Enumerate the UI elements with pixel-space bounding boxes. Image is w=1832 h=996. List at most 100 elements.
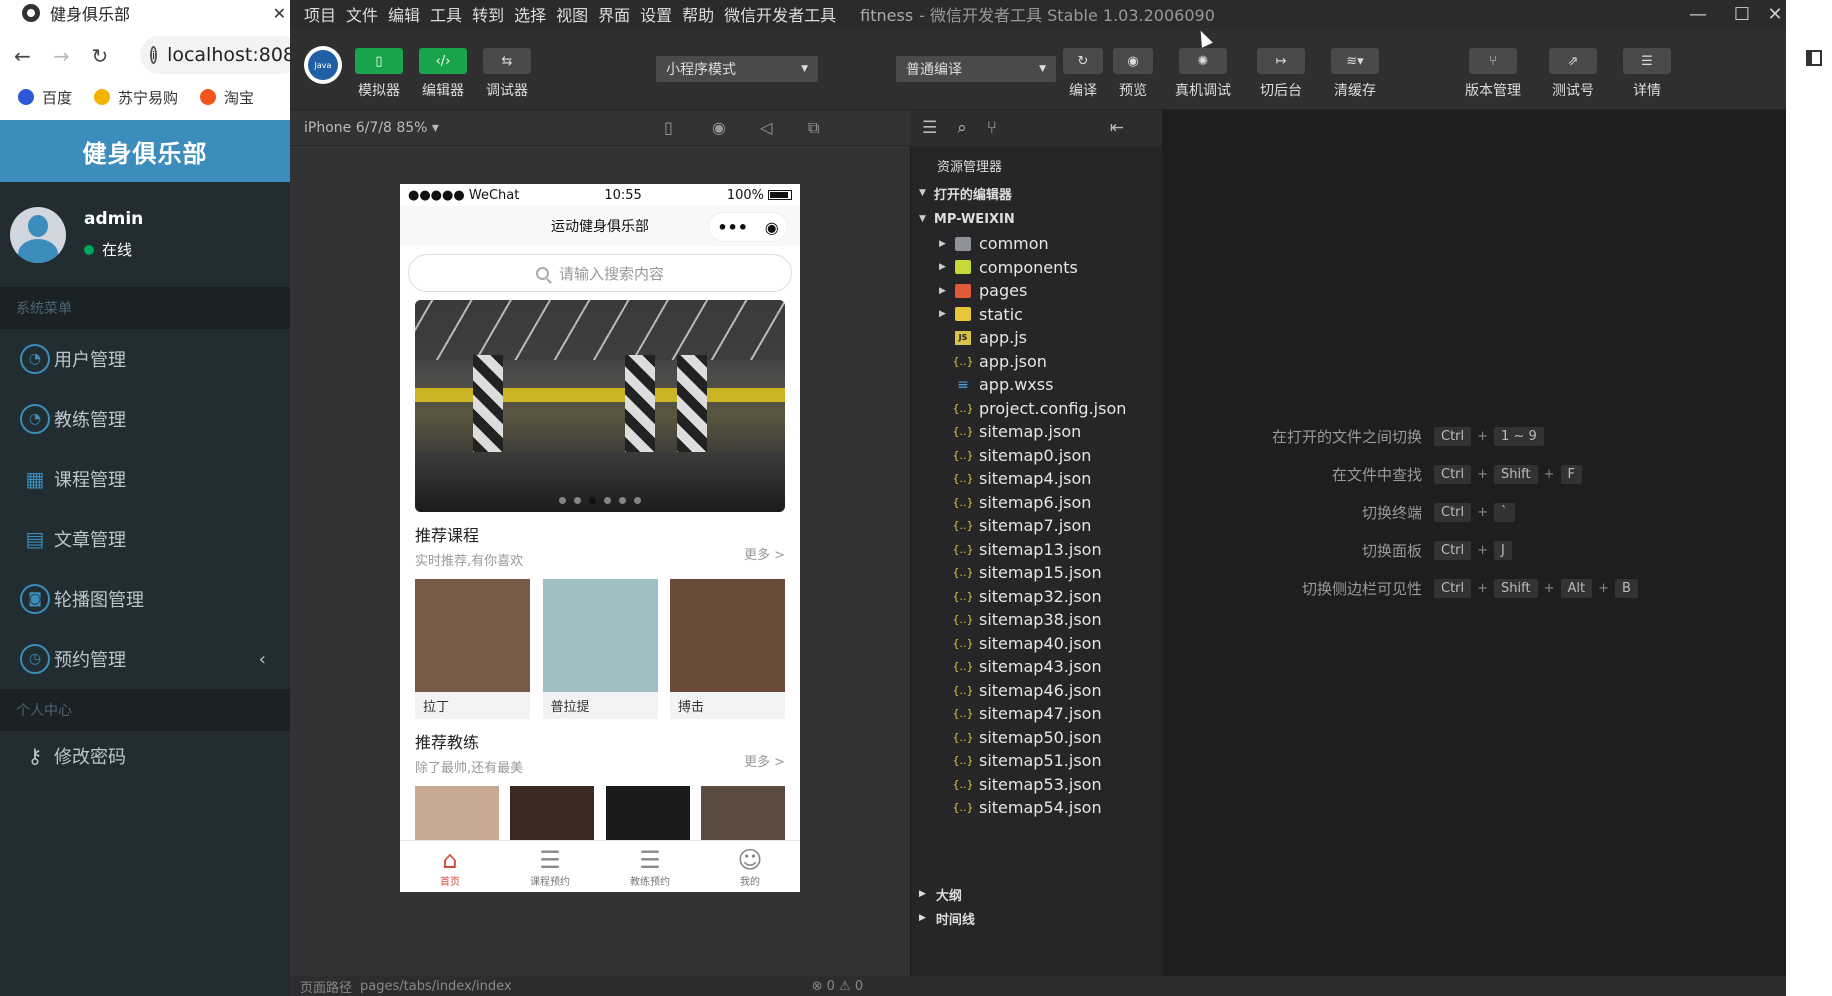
tab-course-booking[interactable]: ☰ 课程预约 bbox=[500, 841, 600, 892]
banner-carousel[interactable] bbox=[415, 300, 785, 512]
more-courses-link[interactable]: 更多 > bbox=[744, 544, 785, 563]
menu-interface[interactable]: 界面 bbox=[598, 2, 630, 26]
folder-common[interactable]: ▶ common bbox=[911, 232, 1162, 256]
sidebar-item-carousel[interactable]: ◙ 轮播图管理 bbox=[0, 569, 290, 629]
bookmark-baidu[interactable]: 百度 bbox=[18, 87, 72, 108]
more-coaches-link[interactable]: 更多 > bbox=[744, 751, 785, 770]
volume-icon[interactable]: ◁ bbox=[760, 118, 772, 137]
file-item[interactable]: {..} sitemap32.json bbox=[911, 585, 1162, 609]
clear-cache-button[interactable]: ≋▾ 清缓存 bbox=[1320, 48, 1390, 100]
carousel-dot[interactable] bbox=[604, 497, 611, 504]
tab-mine[interactable]: ☺ 我的 bbox=[700, 841, 800, 892]
editor-button[interactable]: ‹/› 编辑器 bbox=[408, 48, 478, 100]
menu-tools[interactable]: 工具 bbox=[430, 2, 462, 26]
close-window-icon[interactable]: ✕ bbox=[1764, 0, 1786, 28]
outline-section[interactable]: ▶ 大纲 bbox=[911, 882, 1162, 906]
tab-home[interactable]: ⌂ 首页 bbox=[400, 841, 500, 892]
file-item[interactable]: {..} sitemap43.json bbox=[911, 655, 1162, 679]
simulator-button[interactable]: ▯ 模拟器 bbox=[344, 48, 414, 100]
course-card[interactable]: 普拉提 bbox=[542, 579, 658, 719]
explorer-list-icon[interactable]: ☰ bbox=[922, 118, 937, 138]
mode-select[interactable]: 小程序模式 ▼ bbox=[656, 56, 818, 82]
tab-coach-booking[interactable]: ☰ 教练预约 bbox=[600, 841, 700, 892]
file-item[interactable]: {..} sitemap51.json bbox=[911, 749, 1162, 773]
new-window-icon[interactable]: ⧉ bbox=[808, 118, 819, 138]
file-item[interactable]: {..} sitemap46.json bbox=[911, 679, 1162, 703]
forward-icon[interactable]: → bbox=[53, 44, 70, 68]
device-select[interactable]: iPhone 6/7/8 85% ▾ bbox=[304, 120, 439, 136]
minimize-icon[interactable]: — bbox=[1676, 0, 1720, 28]
file-item[interactable]: {..} sitemap15.json bbox=[911, 561, 1162, 585]
debugger-button[interactable]: ⇆ 调试器 bbox=[472, 48, 542, 100]
details-button[interactable]: ☰ 详情 bbox=[1612, 48, 1682, 100]
record-icon[interactable]: ◉ bbox=[712, 118, 726, 137]
sidebar-toggle-icon[interactable] bbox=[1806, 50, 1822, 66]
file-item[interactable]: {..} sitemap50.json bbox=[911, 726, 1162, 750]
file-item[interactable]: {..} sitemap.json bbox=[911, 420, 1162, 444]
folder-static[interactable]: ▶ static bbox=[911, 303, 1162, 327]
menu-wechat-devtools[interactable]: 微信开发者工具 bbox=[724, 2, 836, 26]
close-tab-icon[interactable]: ✕ bbox=[273, 4, 286, 23]
search-icon[interactable]: ⌕ bbox=[957, 118, 967, 138]
collapse-panel-icon[interactable]: ⇤ bbox=[1110, 118, 1124, 138]
address-bar[interactable]: i localhost:8080 bbox=[140, 36, 300, 74]
sidebar-item-appointments[interactable]: ◷ 预约管理 ‹ bbox=[0, 629, 290, 689]
file-item[interactable]: {..} sitemap13.json bbox=[911, 538, 1162, 562]
file-item[interactable]: {..} sitemap0.json bbox=[911, 444, 1162, 468]
coach-photo[interactable] bbox=[605, 786, 690, 841]
more-dots-icon[interactable]: ••• bbox=[717, 218, 748, 237]
carousel-dot[interactable] bbox=[589, 497, 596, 504]
file-item[interactable]: {..} app.json bbox=[911, 350, 1162, 374]
site-info-icon[interactable]: i bbox=[150, 46, 158, 64]
folder-components[interactable]: ▶ components bbox=[911, 256, 1162, 280]
file-item[interactable]: ≡ app.wxss bbox=[911, 373, 1162, 397]
menu-project[interactable]: 项目 bbox=[304, 2, 336, 26]
bookmark-suning[interactable]: 苏宁易购 bbox=[94, 87, 178, 108]
file-item[interactable]: JS app.js bbox=[911, 326, 1162, 350]
compile-button[interactable]: ↻ 编译 bbox=[1058, 48, 1108, 100]
sidebar-item-courses[interactable]: ▦ 课程管理 bbox=[0, 449, 290, 509]
sidebar-item-change-password[interactable]: ⚷ 修改密码 bbox=[0, 731, 290, 781]
source-control-icon[interactable]: ⑂ bbox=[987, 118, 997, 138]
file-item[interactable]: {..} sitemap54.json bbox=[911, 796, 1162, 820]
background-button[interactable]: ↦ 切后台 bbox=[1246, 48, 1316, 100]
problem-counters[interactable]: ⊗ 0 ⚠ 0 bbox=[812, 979, 864, 994]
coach-photo[interactable] bbox=[700, 786, 785, 841]
carousel-dot[interactable] bbox=[619, 497, 626, 504]
menu-file[interactable]: 文件 bbox=[346, 2, 378, 26]
sidebar-item-coaches[interactable]: ◔ 教练管理 bbox=[0, 389, 290, 449]
coach-photo[interactable] bbox=[415, 786, 499, 841]
avatar[interactable]: Java bbox=[304, 46, 342, 84]
maximize-icon[interactable]: ☐ bbox=[1720, 0, 1764, 28]
file-item[interactable]: {..} sitemap38.json bbox=[911, 608, 1162, 632]
browser-tab[interactable]: 健身俱乐部 ✕ bbox=[0, 0, 290, 26]
version-management-button[interactable]: ⑂ 版本管理 bbox=[1458, 48, 1528, 100]
menu-edit[interactable]: 编辑 bbox=[388, 2, 420, 26]
open-editors-section[interactable]: ▼ 打开的编辑器 bbox=[911, 180, 1162, 206]
bookmark-taobao[interactable]: 淘宝 bbox=[200, 87, 254, 108]
phone-rotate-icon[interactable]: ▯ bbox=[664, 118, 673, 137]
folder-pages[interactable]: ▶ pages bbox=[911, 279, 1162, 303]
menu-help[interactable]: 帮助 bbox=[682, 2, 714, 26]
sidebar-item-articles[interactable]: ▤ 文章管理 bbox=[0, 509, 290, 569]
file-item[interactable]: {..} sitemap40.json bbox=[911, 632, 1162, 656]
real-device-debug-button[interactable]: ✺ 真机调试 bbox=[1168, 48, 1238, 100]
project-root[interactable]: ▼ MP-WEIXIN bbox=[911, 206, 1162, 232]
search-input[interactable]: 请输入搜索内容 bbox=[408, 254, 792, 292]
menu-view[interactable]: 视图 bbox=[556, 2, 588, 26]
file-item[interactable]: {..} sitemap7.json bbox=[911, 514, 1162, 538]
test-account-button[interactable]: ⇗ 测试号 bbox=[1538, 48, 1608, 100]
menu-settings[interactable]: 设置 bbox=[640, 2, 672, 26]
back-icon[interactable]: ← bbox=[14, 44, 31, 68]
reload-icon[interactable]: ↻ bbox=[92, 44, 109, 68]
menu-goto[interactable]: 转到 bbox=[472, 2, 504, 26]
compile-select[interactable]: 普通编译 ▼ bbox=[896, 56, 1056, 82]
file-item[interactable]: {..} project.config.json bbox=[911, 397, 1162, 421]
course-card[interactable]: 搏击 bbox=[670, 579, 785, 719]
preview-button[interactable]: ◉ 预览 bbox=[1108, 48, 1158, 100]
file-item[interactable]: {..} sitemap47.json bbox=[911, 702, 1162, 726]
sidebar-item-users[interactable]: ◔ 用户管理 bbox=[0, 329, 290, 389]
coach-photo[interactable] bbox=[510, 786, 595, 841]
page-path[interactable]: pages/tabs/index/index bbox=[360, 979, 512, 994]
timeline-section[interactable]: ▶ 时间线 bbox=[911, 906, 1162, 930]
